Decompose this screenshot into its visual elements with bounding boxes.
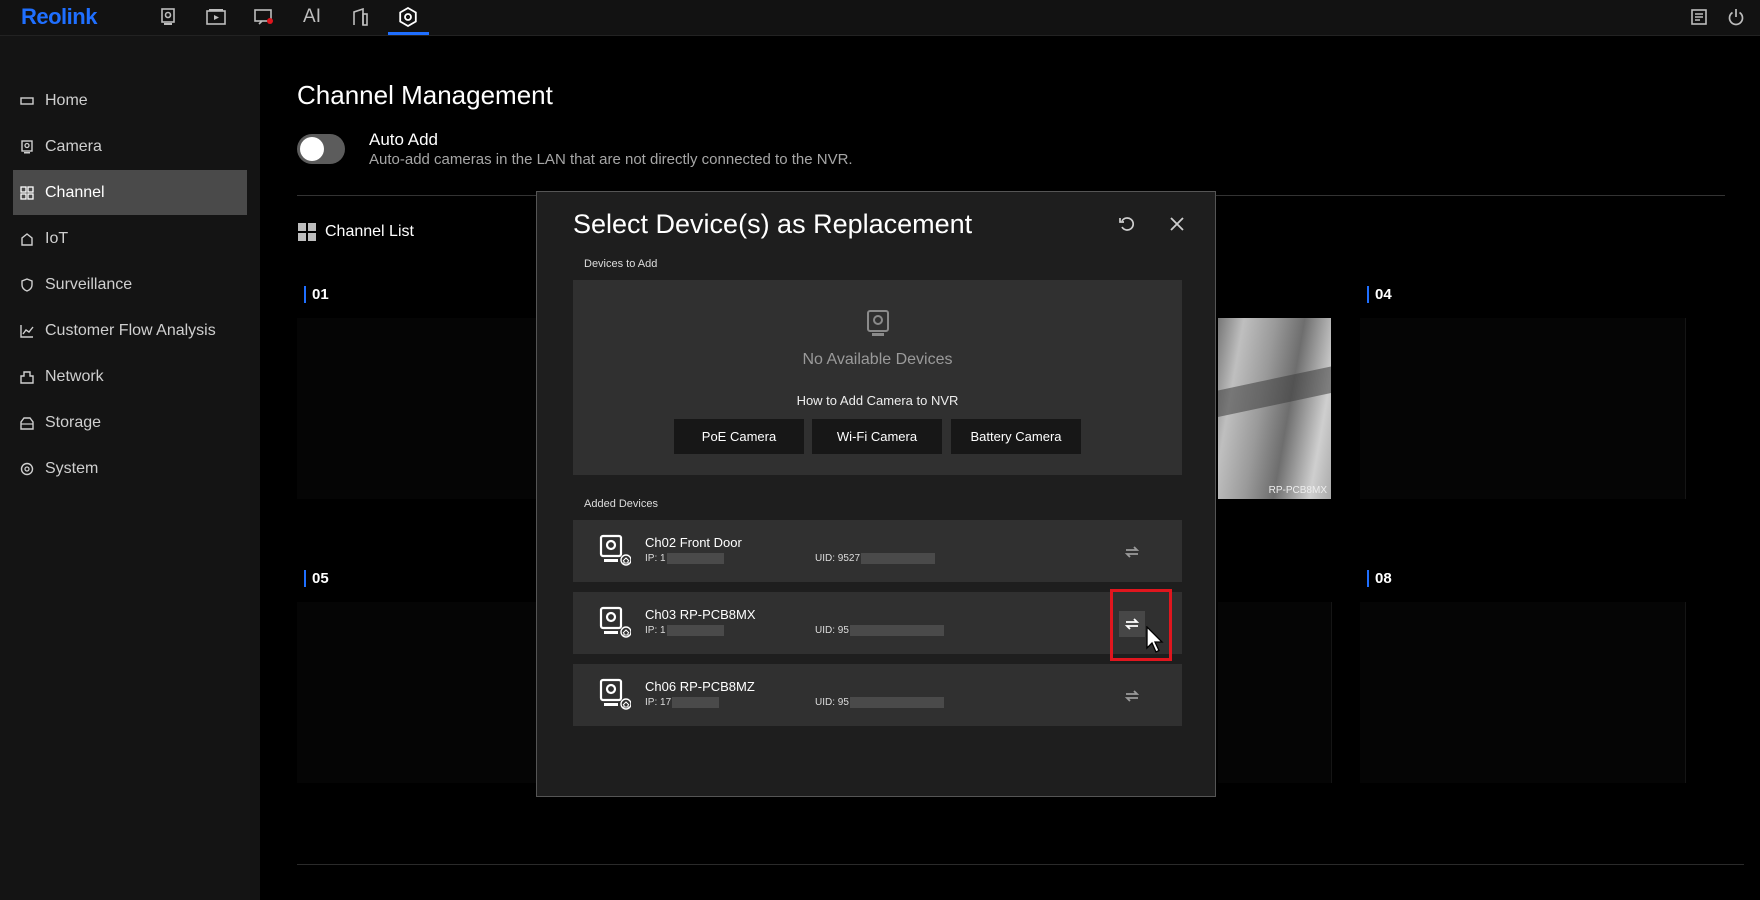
devices-to-add-panel: No Available Devices How to Add Camera t… [573,280,1182,475]
ai-icon[interactable]: AI [301,6,323,28]
sidebar-item-label: Customer Flow Analysis [45,321,216,339]
sidebar-item-surveillance[interactable]: Surveillance [13,262,247,307]
channel-tile[interactable] [1360,602,1686,783]
no-devices-message: No Available Devices [802,351,953,368]
sidebar-item-network[interactable]: Network [13,354,247,399]
sidebar-item-customer-flow[interactable]: Customer Flow Analysis [13,308,247,353]
sidebar-item-home[interactable]: Home [13,78,247,123]
channel-number: 05 [304,570,329,587]
replace-button[interactable] [1119,683,1145,709]
top-bar: Reolink AI [0,0,1760,36]
device-name: Ch02 Front Door [645,535,742,550]
device-ip: IP: 17 [645,697,720,708]
sidebar-item-label: Surveillance [45,275,133,293]
power-icon[interactable] [1725,6,1747,28]
device-row[interactable]: Ch02 Front Door IP: 1 UID: 9527 [573,520,1182,582]
shield-icon [19,277,35,293]
how-to-add-heading: How to Add Camera to NVR [796,393,959,408]
device-row[interactable]: Ch06 RP-PCB8MZ IP: 17 UID: 95 [573,664,1182,726]
added-devices-label: Added Devices [584,498,658,510]
poe-camera-button[interactable]: PoE Camera [674,419,804,454]
device-camera-icon [599,678,631,710]
alarm-icon[interactable] [253,6,275,28]
channel-tile[interactable] [1360,318,1686,499]
device-camera-icon [599,534,631,566]
network-icon [19,369,35,385]
sidebar-item-label: IoT [45,229,69,247]
sidebar-item-label: System [45,459,99,477]
channel-number: 04 [1367,286,1392,303]
auto-add-description: Auto-add cameras in the LAN that are not… [369,151,853,168]
swap-icon [1124,546,1140,558]
sidebar-item-label: Channel [45,183,105,201]
settings-icon[interactable] [397,6,419,28]
device-ip: IP: 1 [645,625,724,636]
channel-number: 01 [304,286,329,303]
device-uid: UID: 9527 [815,553,936,564]
playback-icon[interactable] [205,6,227,28]
channel-number: 08 [1367,570,1392,587]
page-title: Channel Management [297,80,553,110]
device-row[interactable]: Ch03 RP-PCB8MX IP: 1 UID: 95 [573,592,1182,654]
battery-camera-button[interactable]: Battery Camera [951,419,1081,454]
camera-icon[interactable] [157,6,179,28]
channel-tile[interactable] [1218,602,1332,783]
bottom-divider [297,864,1744,865]
storage-icon [19,415,35,431]
replace-button[interactable] [1119,539,1145,565]
dialog-title: Select Device(s) as Replacement [573,209,973,239]
camera-feed-thumbnail[interactable]: RP-PCB8MX [1218,318,1331,499]
wifi-camera-button[interactable]: Wi-Fi Camera [812,419,942,454]
devices-to-add-label: Devices to Add [584,258,658,270]
device-icon[interactable] [349,6,371,28]
sidebar: Home Camera Channel IoT Surveillance Cus… [0,36,260,900]
notes-icon[interactable] [1688,6,1710,28]
iot-icon [19,231,35,247]
swap-icon [1124,690,1140,702]
home-icon [19,93,35,109]
close-icon[interactable] [1165,212,1189,236]
chart-icon [19,323,35,339]
device-ip: IP: 1 [645,553,724,564]
reolink-logo[interactable]: Reolink [21,4,97,30]
system-icon [19,461,35,477]
camera-placeholder-icon [867,310,889,336]
sidebar-item-label: Storage [45,413,102,431]
grid-icon [298,223,316,241]
camera-feed-label: RP-PCB8MX [1268,485,1327,496]
replacement-dialog: Select Device(s) as Replacement Devices … [536,191,1216,797]
auto-add-label: Auto Add [369,130,439,149]
sidebar-item-label: Network [45,367,104,385]
device-name: Ch03 RP-PCB8MX [645,607,756,622]
channel-tile[interactable] [297,602,538,783]
sidebar-item-label: Camera [45,137,102,155]
auto-add-toggle[interactable] [297,134,345,164]
active-tab-indicator [388,32,429,35]
channel-list-label: Channel List [325,223,414,240]
toggle-knob [300,137,324,161]
device-name: Ch06 RP-PCB8MZ [645,679,755,694]
sidebar-item-iot[interactable]: IoT [13,216,247,261]
sidebar-item-storage[interactable]: Storage [13,400,247,445]
channel-tile[interactable] [297,318,538,499]
device-camera-icon [599,606,631,638]
mouse-cursor-icon [1146,626,1164,653]
sidebar-item-channel[interactable]: Channel [13,170,247,215]
sidebar-item-label: Home [45,91,88,109]
channel-list-header: Channel List [297,222,414,242]
refresh-icon[interactable] [1115,212,1139,236]
sidebar-item-system[interactable]: System [13,446,247,491]
sidebar-item-camera[interactable]: Camera [13,124,247,169]
channel-icon [19,185,35,201]
camera-icon [19,139,35,155]
device-uid: UID: 95 [815,625,944,636]
device-uid: UID: 95 [815,697,944,708]
